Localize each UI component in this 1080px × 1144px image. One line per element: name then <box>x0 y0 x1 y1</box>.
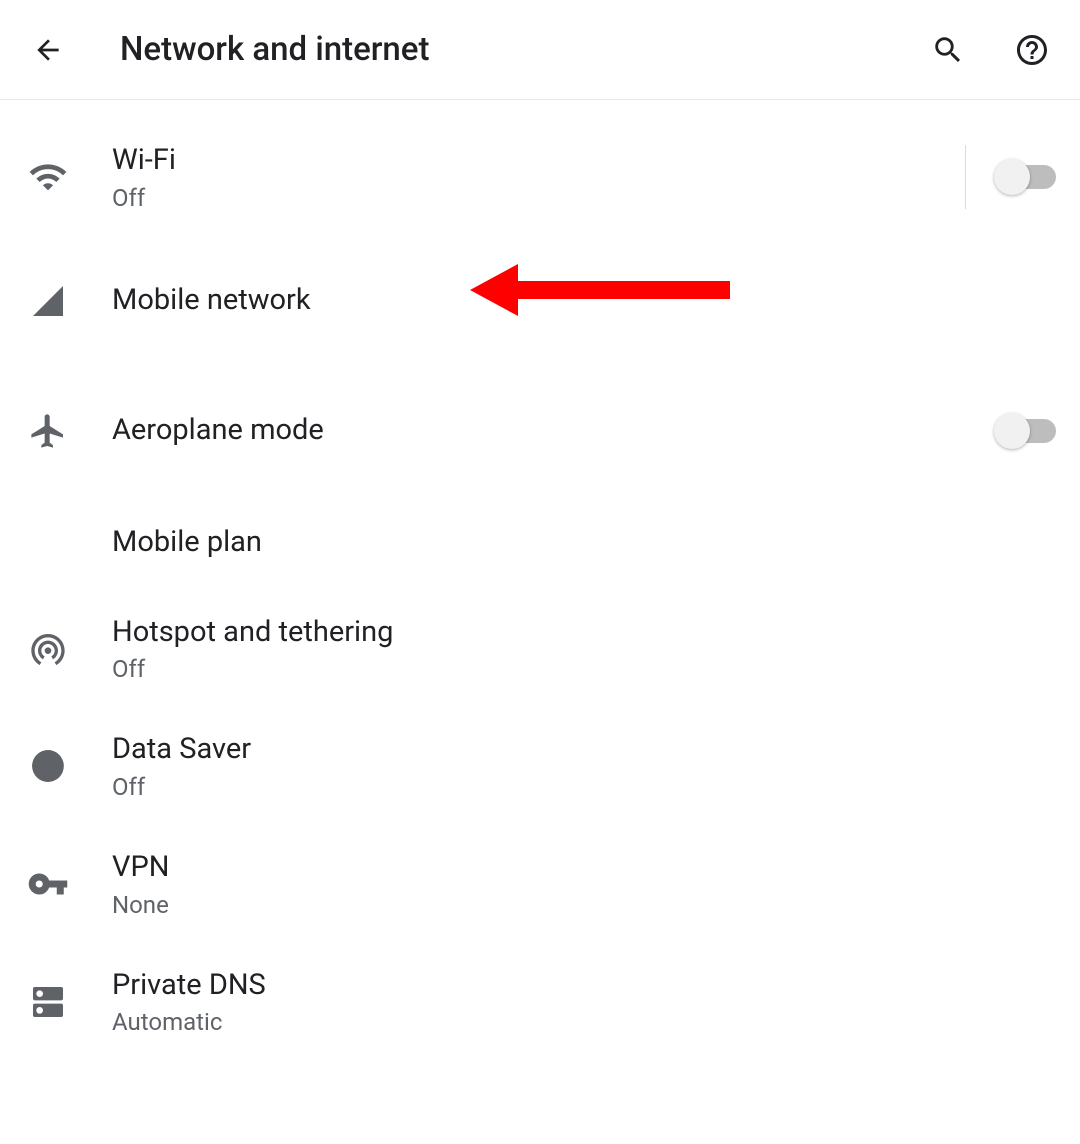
item-text: Private DNS Automatic <box>112 967 1056 1037</box>
dns-icon <box>24 978 72 1026</box>
aeroplane-mode-toggle[interactable] <box>998 419 1056 443</box>
back-arrow-icon <box>32 34 64 66</box>
toggle-wrapper <box>966 419 1056 443</box>
setting-item-hotspot[interactable]: Hotspot and tethering Off <box>0 590 1080 708</box>
item-text: Wi-Fi Off <box>112 142 949 212</box>
item-text: Mobile network <box>112 282 1056 320</box>
header-actions <box>924 26 1056 74</box>
item-text: Aeroplane mode <box>112 412 950 450</box>
item-subtitle: Off <box>112 773 1056 801</box>
setting-item-mobile-plan[interactable]: Mobile plan <box>0 496 1080 590</box>
header: Network and internet <box>0 0 1080 100</box>
toggle-knob <box>994 413 1030 449</box>
setting-item-data-saver[interactable]: Data Saver Off <box>0 707 1080 825</box>
setting-item-mobile-network[interactable]: Mobile network <box>0 236 1080 366</box>
item-title: VPN <box>112 849 1056 887</box>
setting-item-private-dns[interactable]: Private DNS Automatic <box>0 943 1080 1061</box>
wifi-icon <box>24 153 72 201</box>
airplane-icon <box>24 407 72 455</box>
setting-item-vpn[interactable]: VPN None <box>0 825 1080 943</box>
page-title: Network and internet <box>120 30 924 69</box>
cellular-signal-icon <box>24 277 72 325</box>
help-button[interactable] <box>1008 26 1056 74</box>
setting-item-aeroplane-mode[interactable]: Aeroplane mode <box>0 366 1080 496</box>
item-title: Wi-Fi <box>112 142 949 180</box>
item-subtitle: None <box>112 891 1056 919</box>
item-text: Data Saver Off <box>112 731 1056 801</box>
item-subtitle: Off <box>112 655 1056 683</box>
help-icon <box>1014 32 1050 68</box>
item-title: Private DNS <box>112 967 1056 1005</box>
data-saver-icon <box>24 742 72 790</box>
item-title: Data Saver <box>112 731 1056 769</box>
item-subtitle: Automatic <box>112 1008 1056 1036</box>
search-button[interactable] <box>924 26 972 74</box>
vpn-key-icon <box>24 860 72 908</box>
item-subtitle: Off <box>112 184 949 212</box>
setting-item-wifi[interactable]: Wi-Fi Off <box>0 118 1080 236</box>
item-title: Mobile plan <box>112 524 1056 562</box>
back-button[interactable] <box>24 26 72 74</box>
search-icon <box>931 33 965 67</box>
item-text: Hotspot and tethering Off <box>112 614 1056 684</box>
wifi-toggle[interactable] <box>998 165 1056 189</box>
toggle-wrapper <box>965 145 1056 209</box>
item-title: Mobile network <box>112 282 1056 320</box>
hotspot-icon <box>24 625 72 673</box>
item-text: Mobile plan <box>112 524 1056 562</box>
item-text: VPN None <box>112 849 1056 919</box>
settings-list: Wi-Fi Off Mobile network Aeroplane mode <box>0 100 1080 1060</box>
item-title: Aeroplane mode <box>112 412 950 450</box>
toggle-knob <box>994 159 1030 195</box>
item-title: Hotspot and tethering <box>112 614 1056 652</box>
